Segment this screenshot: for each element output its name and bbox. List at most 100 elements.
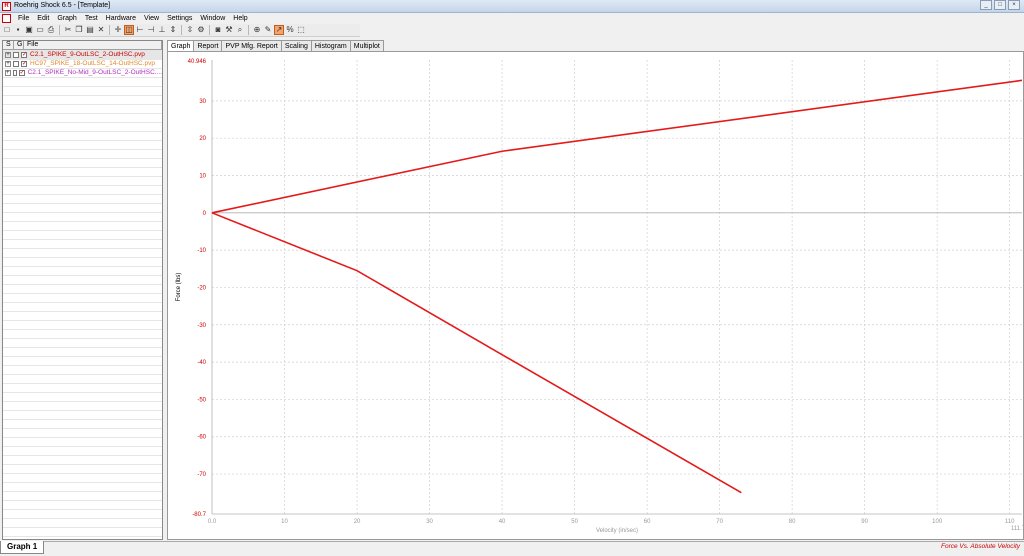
document-tab-graph-1[interactable]: Graph 1 — [0, 541, 45, 554]
expand-icon[interactable]: + — [5, 60, 11, 67]
y-tick-label: -60 — [197, 435, 206, 441]
document-icon[interactable] — [2, 14, 11, 23]
select-checkbox[interactable] — [13, 60, 19, 67]
column-header-s[interactable]: S — [3, 41, 14, 49]
window-title: Roehrig Shock 6.5 - [Template] — [14, 2, 111, 9]
y-max-label: 40.946 — [188, 59, 207, 65]
status-bar — [0, 541, 1024, 556]
x-tick-label: 40 — [499, 519, 506, 525]
x-tick-label: 30 — [426, 519, 433, 525]
settings-icon[interactable]: ⚙ — [196, 25, 206, 35]
toolbar-separator — [248, 25, 249, 35]
x-max-label: 111.7 — [1011, 526, 1024, 532]
graph-panel[interactable]: 10 20 30 40 50 60 70 80 90 100 110 30 20 10 0 -10 -20 -30… — [167, 51, 1024, 540]
paste-icon[interactable]: ▤ — [85, 25, 95, 35]
file-row[interactable]: + ✓ HC97_SPIKE_18-OutLSC_14-OutHSC.pvp — [3, 59, 162, 68]
x-tick-label: 20 — [354, 519, 361, 525]
column-header-file[interactable]: File — [24, 41, 162, 49]
select-checkbox[interactable] — [12, 69, 17, 76]
chart-series — [211, 79, 1023, 494]
x-tick-label: 70 — [716, 519, 723, 525]
select-checkbox[interactable] — [13, 51, 19, 58]
cut-icon[interactable]: ✂ — [63, 25, 73, 35]
chart-grid — [212, 60, 1022, 514]
search-icon[interactable]: ⌕ — [235, 25, 245, 35]
column-header-g[interactable]: G — [14, 41, 24, 49]
title-bar: R Roehrig Shock 6.5 - [Template] _ □ × — [0, 0, 1024, 13]
x-axis-label: Velocity (in/sec) — [596, 528, 638, 534]
file-name: C2.1_SPIKE_No-Mid_9-OutLSC_2-OutHSC.... — [27, 69, 162, 76]
menu-edit[interactable]: Edit — [33, 15, 53, 22]
y-tick-label: -70 — [197, 472, 206, 478]
file-name: HC97_SPIKE_18-OutLSC_14-OutHSC.pvp — [30, 60, 156, 67]
export-icon[interactable]: ⬚ — [296, 25, 306, 35]
file-row[interactable]: + ✓ C2.1_SPIKE_No-Mid_9-OutLSC_2-OutHSC.… — [3, 68, 162, 77]
menu-file[interactable]: File — [14, 15, 33, 22]
x-tick-label: 60 — [644, 519, 651, 525]
zoom-region-icon[interactable]: ◫ — [124, 25, 134, 35]
tool-icon[interactable]: ⚒ — [224, 25, 234, 35]
x-tick-label: 80 — [789, 519, 796, 525]
x-tick-label: 90 — [861, 519, 868, 525]
axis-icon[interactable]: ↗ — [274, 25, 284, 35]
file-list-gridlines — [3, 50, 162, 539]
app-icon[interactable]: R — [2, 2, 11, 11]
graph-checkbox[interactable]: ✓ — [21, 60, 27, 67]
camera-icon[interactable]: ◙ — [213, 25, 223, 35]
toolbar-separator — [59, 25, 60, 35]
y-tick-label: 20 — [199, 136, 206, 142]
y-axis-label: Force (lbs) — [176, 273, 182, 302]
graph-checkbox[interactable]: ✓ — [18, 69, 25, 76]
y-tick-label: -50 — [197, 397, 206, 403]
toolbar: □ ▪ ▣ ▭ ⎙ ✂ ❐ ▤ ✕ ✛ ◫ ⊢ ⊣ ⊥ ⇕ ⇳ ⚙ ◙ ⚒ ⌕ ⊕ ✎ ↗% ⬚ — [0, 24, 360, 37]
print-icon[interactable]: ⎙ — [46, 25, 56, 35]
x-tick-label: 10 — [281, 519, 288, 525]
menu-window[interactable]: Window — [196, 15, 229, 22]
file-list-header: S G File — [3, 41, 162, 50]
minimize-button[interactable]: _ — [980, 0, 992, 10]
file-name: C2.1_SPIKE_9-OutLSC_2-OutHSC.pvp — [30, 51, 145, 58]
y-tick-label: 0 — [203, 211, 207, 217]
menu-view[interactable]: View — [140, 15, 163, 22]
menu-bar: File Edit Graph Test Hardware View Setti… — [0, 13, 1024, 24]
chart-axes — [211, 60, 1022, 515]
y-tick-label: -10 — [197, 248, 206, 254]
expand-icon[interactable]: + — [5, 69, 11, 76]
chart-ticks: 10 20 30 40 50 60 70 80 90 100 1103020100-10-20-30… — [188, 59, 1024, 532]
window-controls: _ □ × — [980, 0, 1020, 10]
toolbar-separator — [109, 25, 110, 35]
maximize-button[interactable]: □ — [994, 0, 1006, 10]
crosshair-icon[interactable]: ✛ — [113, 25, 123, 35]
menu-help[interactable]: Help — [229, 15, 251, 22]
new-icon[interactable]: □ — [2, 25, 12, 35]
save-all-icon[interactable]: ▣ — [24, 25, 34, 35]
close-button[interactable]: × — [1008, 0, 1020, 10]
x-tick-label: 50 — [571, 519, 578, 525]
edit-icon[interactable]: ✎ — [263, 25, 273, 35]
file-row[interactable]: + ✓ C2.1_SPIKE_9-OutLSC_2-OutHSC.pvp — [3, 50, 162, 59]
menu-settings[interactable]: Settings — [163, 15, 196, 22]
y-tick-label: -40 — [197, 360, 206, 366]
cursor-right-icon[interactable]: ⊣ — [146, 25, 156, 35]
delete-icon[interactable]: ✕ — [96, 25, 106, 35]
graph-checkbox[interactable]: ✓ — [21, 51, 27, 58]
menu-graph[interactable]: Graph — [53, 15, 80, 22]
save-icon[interactable]: ▪ — [13, 25, 23, 35]
marker-icon[interactable]: ⇕ — [168, 25, 178, 35]
menu-hardware[interactable]: Hardware — [102, 15, 140, 22]
cursor-left-icon[interactable]: ⊢ — [135, 25, 145, 35]
cursor-split-icon[interactable]: ⊥ — [157, 25, 167, 35]
measure-icon[interactable]: ⇳ — [185, 25, 195, 35]
y-tick-label: -20 — [197, 285, 206, 291]
series-line — [211, 212, 742, 494]
x-tick-label: 100 — [932, 519, 943, 525]
menu-test[interactable]: Test — [81, 15, 102, 22]
series-line — [211, 79, 1023, 214]
zoom-icon[interactable]: ⊕ — [252, 25, 262, 35]
y-tick-label: 10 — [199, 173, 206, 179]
copy-icon[interactable]: ❐ — [74, 25, 84, 35]
open-icon[interactable]: ▭ — [35, 25, 45, 35]
force-velocity-chart[interactable]: 10 20 30 40 50 60 70 80 90 100 1103020100-10-20-30… — [168, 52, 1024, 541]
percent-icon[interactable]: % — [285, 25, 295, 35]
expand-icon[interactable]: + — [5, 51, 11, 58]
